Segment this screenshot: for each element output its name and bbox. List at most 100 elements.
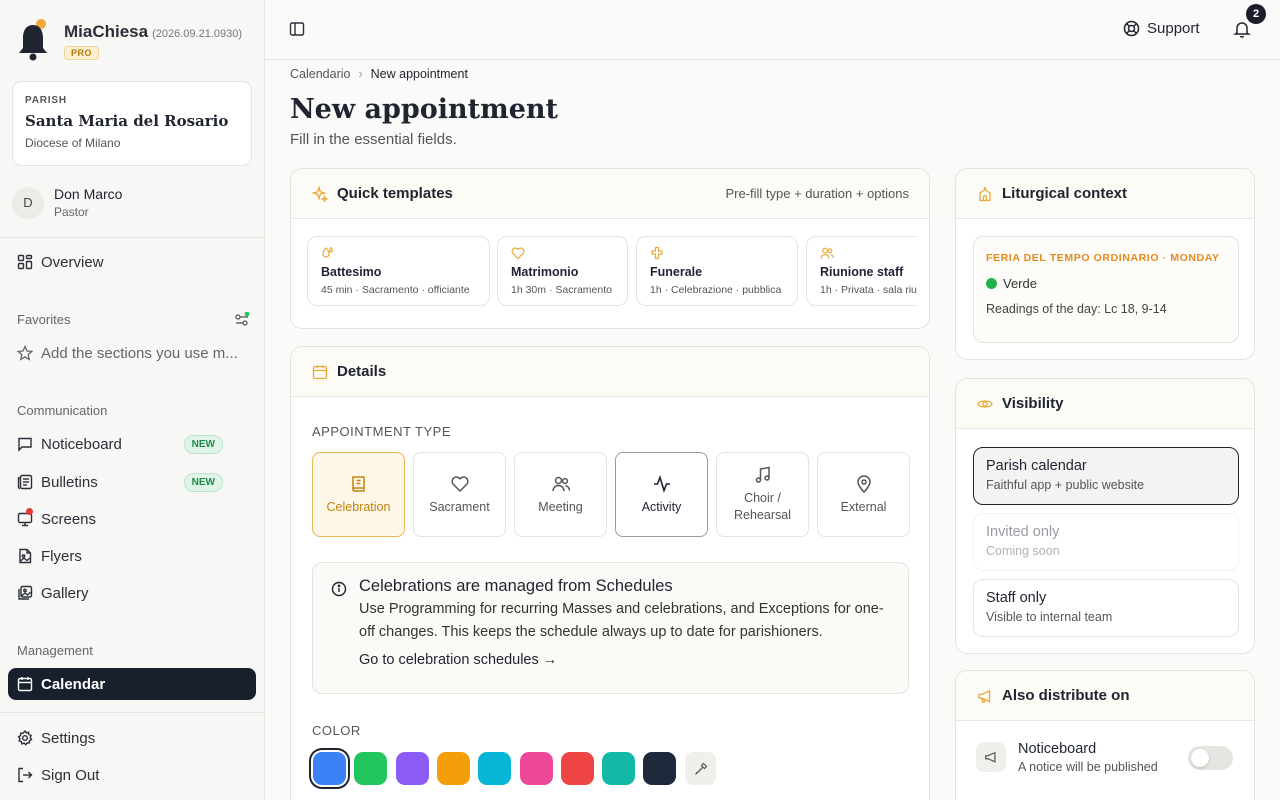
template-name: Funerale bbox=[650, 265, 703, 279]
type-label: Activity bbox=[641, 499, 682, 514]
card-title: Liturgical context bbox=[1002, 185, 1128, 202]
liturgical-info: FERIA DEL TEMPO ORDINARIO · MONDAY Verde… bbox=[973, 236, 1239, 343]
card-title: Details bbox=[337, 363, 387, 380]
management-label: Management bbox=[17, 643, 93, 658]
color-label: COLOR bbox=[312, 723, 361, 738]
brand[interactable]: MiaChiesa (2026.09.21.0930) PRO bbox=[14, 18, 242, 62]
breadcrumb-current: New appointment bbox=[370, 67, 468, 81]
heart-icon bbox=[450, 474, 470, 499]
template-desc: 1h 30m · Sacramento bbox=[511, 284, 612, 296]
type-choir-rehearsal[interactable]: Choir / Rehearsal bbox=[716, 452, 809, 537]
card-header: Also distribute on bbox=[956, 671, 1254, 721]
option-subtitle: Faithful app + public website bbox=[986, 478, 1145, 492]
color-picker-button[interactable] bbox=[685, 752, 716, 785]
nav-overview[interactable]: Overview bbox=[8, 246, 256, 278]
user-name: Don Marco bbox=[54, 186, 123, 202]
type-sacrament[interactable]: Sacrament bbox=[413, 452, 506, 537]
gear-icon bbox=[17, 730, 33, 746]
liturgical-season: FERIA DEL TEMPO ORDINARIO · MONDAY bbox=[986, 252, 1220, 264]
color-swatch[interactable] bbox=[519, 752, 553, 785]
card-header: Liturgical context bbox=[956, 169, 1254, 219]
color-swatch[interactable] bbox=[354, 752, 388, 785]
nav-label: Gallery bbox=[41, 584, 89, 602]
option-title: Parish calendar bbox=[986, 458, 1087, 474]
activity-icon bbox=[652, 474, 672, 499]
favorites-add[interactable]: Add the sections you use m... bbox=[8, 337, 256, 369]
visibility-parish-calendar[interactable]: Parish calendar Faithful app + public we… bbox=[973, 447, 1239, 505]
template-desc: 1h · Privata · sala riu bbox=[820, 284, 917, 296]
sidebar-toggle-icon[interactable] bbox=[289, 21, 305, 37]
parish-name: Santa Maria del Rosario bbox=[25, 112, 229, 130]
newspaper-icon bbox=[17, 474, 33, 490]
notifications-bell-icon[interactable] bbox=[1233, 20, 1251, 38]
nav-calendar[interactable]: Calendar bbox=[8, 668, 256, 700]
card-header: Details bbox=[291, 347, 929, 397]
parish-switcher[interactable]: PARISH Santa Maria del Rosario Diocese o… bbox=[12, 81, 252, 166]
template-desc: 1h · Celebrazione · pubblica bbox=[650, 284, 782, 296]
nav-gallery[interactable]: Gallery bbox=[8, 577, 256, 609]
nav-bulletins[interactable]: Bulletins NEW bbox=[8, 466, 256, 498]
color-swatch[interactable] bbox=[560, 752, 594, 785]
card-header: Quick templates Pre-fill type + duration… bbox=[291, 169, 929, 219]
type-label: Choir / Rehearsal bbox=[734, 491, 791, 522]
page-subtitle: Fill in the essential fields. bbox=[290, 131, 457, 148]
color-swatch[interactable] bbox=[313, 752, 346, 785]
baptism-icon bbox=[321, 246, 476, 260]
template-battesimo[interactable]: Battesimo 45 min · Sacramento · offician… bbox=[307, 236, 490, 306]
noticeboard-toggle[interactable] bbox=[1188, 746, 1233, 770]
option-subtitle: Visible to internal team bbox=[986, 610, 1113, 624]
appointment-type-label: APPOINTMENT TYPE bbox=[312, 424, 451, 439]
distribute-noticeboard-row: Noticeboard A notice will be published bbox=[976, 737, 1236, 777]
new-badge: NEW bbox=[183, 434, 223, 454]
color-swatch[interactable] bbox=[478, 752, 512, 785]
nav-label: Sign Out bbox=[41, 766, 100, 784]
toggle-knob bbox=[1191, 749, 1209, 767]
color-swatch[interactable] bbox=[602, 752, 636, 785]
template-riunione-staff[interactable]: Riunione staff 1h · Privata · sala riu bbox=[806, 236, 917, 306]
nav-noticeboard[interactable]: Noticeboard NEW bbox=[8, 428, 256, 460]
card-title: Also distribute on bbox=[1002, 687, 1130, 704]
app-name: MiaChiesa bbox=[64, 22, 149, 41]
type-external[interactable]: External bbox=[817, 452, 910, 537]
divider bbox=[0, 712, 264, 713]
nav-label: Bulletins bbox=[41, 473, 98, 491]
color-swatch[interactable] bbox=[643, 752, 677, 785]
nav-screens[interactable]: Screens bbox=[8, 503, 256, 535]
template-desc: 45 min · Sacramento · officiante bbox=[321, 284, 470, 296]
avatar: D bbox=[12, 186, 44, 219]
liturgical-color: Verde bbox=[986, 276, 1226, 291]
breadcrumb-parent[interactable]: Calendario bbox=[290, 67, 350, 81]
type-activity[interactable]: Activity bbox=[615, 452, 708, 537]
type-meeting[interactable]: Meeting bbox=[514, 452, 607, 537]
favorites-label: Favorites bbox=[17, 312, 71, 327]
template-matrimonio[interactable]: Matrimonio 1h 30m · Sacramento bbox=[497, 236, 628, 306]
color-swatch[interactable] bbox=[395, 752, 429, 785]
support-button[interactable]: Support bbox=[1123, 20, 1200, 37]
color-dot bbox=[986, 278, 997, 289]
celebration-info-callout: Celebrations are managed from Schedules … bbox=[312, 562, 909, 694]
visibility-staff-only[interactable]: Staff only Visible to internal team bbox=[973, 579, 1239, 637]
card-title: Visibility bbox=[1002, 395, 1064, 412]
star-icon bbox=[17, 345, 33, 361]
users-icon bbox=[551, 474, 571, 499]
nav-sign-out[interactable]: Sign Out bbox=[8, 759, 256, 791]
templates-scroller[interactable]: Battesimo 45 min · Sacramento · offician… bbox=[307, 236, 917, 306]
nav-label: Flyers bbox=[41, 547, 82, 565]
alert-dot bbox=[26, 508, 33, 515]
favorites-settings-icon[interactable] bbox=[234, 312, 250, 328]
type-celebration[interactable]: Celebration bbox=[312, 452, 405, 537]
grid-icon bbox=[17, 254, 33, 270]
nav-settings[interactable]: Settings bbox=[8, 722, 256, 754]
template-funerale[interactable]: Funerale 1h · Celebrazione · pubblica bbox=[636, 236, 798, 306]
color-swatch[interactable] bbox=[436, 752, 470, 785]
distribute-title: Noticeboard bbox=[1018, 740, 1097, 757]
plan-badge: PRO bbox=[64, 46, 100, 60]
log-out-icon bbox=[17, 767, 33, 783]
info-text: Use Programming for recurring Masses and… bbox=[359, 601, 884, 640]
user-profile[interactable]: D Don Marco Pastor bbox=[12, 186, 122, 219]
option-title: Invited only bbox=[986, 524, 1060, 540]
chevron-right-icon: › bbox=[358, 67, 363, 81]
celebration-schedules-link[interactable]: Go to celebration schedules → bbox=[359, 652, 888, 668]
nav-flyers[interactable]: Flyers bbox=[8, 540, 256, 572]
template-name: Matrimonio bbox=[511, 265, 579, 279]
